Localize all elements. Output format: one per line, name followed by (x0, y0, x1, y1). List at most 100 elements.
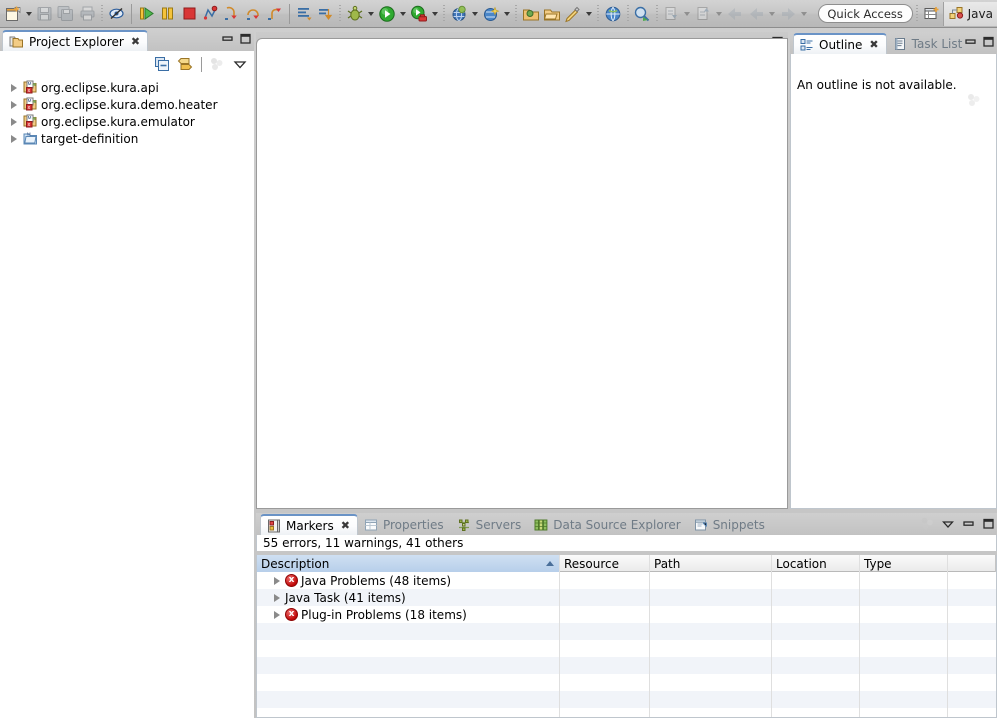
maximize-icon[interactable] (238, 31, 252, 45)
debug-dropdown-arrow[interactable] (366, 2, 377, 26)
web-browser-icon[interactable] (602, 2, 623, 26)
expand-arrow-icon[interactable] (8, 99, 19, 110)
previous-annotation-icon[interactable] (315, 2, 336, 26)
next-annotation-icon[interactable] (294, 2, 315, 26)
column-header-type[interactable]: Type (860, 555, 948, 572)
run-external-dropdown-arrow[interactable] (430, 2, 441, 26)
expand-arrow-icon[interactable] (8, 116, 19, 127)
tree-item-project[interactable]: M x org.eclipse.kura.demo.heater (0, 96, 254, 113)
sort-ascending-icon (546, 561, 554, 566)
table-row-empty[interactable] (257, 623, 996, 640)
tree-item-project[interactable]: M x org.eclipse.kura.api (0, 79, 254, 96)
column-header-description[interactable]: Description (257, 555, 560, 572)
link-with-editor-icon[interactable] (177, 56, 194, 72)
open-perspective-button[interactable] (921, 2, 943, 26)
tree-item-project[interactable]: M x org.eclipse.kura.emulator (0, 113, 254, 130)
tab-servers[interactable]: Servers (451, 514, 529, 535)
new-server-icon[interactable] (448, 2, 469, 26)
expand-arrow-icon[interactable] (271, 592, 282, 603)
close-icon[interactable]: ✖ (131, 35, 140, 48)
tab-snippets[interactable]: Snippets (688, 514, 772, 535)
editor-empty-canvas[interactable] (256, 38, 788, 509)
close-icon[interactable]: ✖ (869, 38, 878, 51)
new-wizard-icon[interactable] (2, 2, 23, 26)
expand-arrow-icon[interactable] (271, 575, 282, 586)
table-row-empty[interactable] (257, 691, 996, 708)
table-row[interactable]: Java Task (41 items) (257, 589, 996, 606)
table-row-empty[interactable] (257, 640, 996, 657)
svg-text:M: M (28, 81, 32, 86)
tree-item-label: target-definition (41, 131, 139, 146)
table-row-empty[interactable] (257, 674, 996, 691)
collapse-all-icon[interactable] (154, 56, 170, 72)
previous-edit-icon (693, 2, 714, 26)
project-explorer-view: Project Explorer ✖ M x org.eclipse.kura.… (0, 29, 254, 718)
tab-data-source-explorer[interactable]: Data Source Explorer (528, 514, 687, 535)
table-row[interactable]: x Plug-in Problems (18 items) (257, 606, 996, 623)
new-java-project-icon[interactable] (562, 2, 583, 26)
quick-access-input[interactable]: Quick Access (817, 4, 913, 23)
view-menu-icon[interactable] (232, 56, 248, 72)
cell-empty (948, 691, 996, 708)
expand-arrow-icon[interactable] (271, 609, 282, 620)
cell-path (650, 589, 772, 606)
table-row-empty[interactable] (257, 708, 996, 717)
open-package-icon[interactable] (520, 2, 541, 26)
close-icon[interactable]: ✖ (341, 519, 350, 532)
column-header-resource[interactable]: Resource (560, 555, 650, 572)
tree-item-project[interactable]: M target-definition (0, 130, 254, 147)
expand-arrow-icon[interactable] (8, 82, 19, 93)
minimize-icon[interactable] (961, 517, 975, 531)
table-row-empty[interactable] (257, 657, 996, 674)
perspective-java-button[interactable]: Java (942, 1, 997, 26)
new-java-project-dropdown-arrow[interactable] (584, 2, 595, 26)
toolbar-separator (288, 3, 290, 24)
minimize-icon[interactable] (220, 31, 234, 45)
cell-filler (948, 572, 996, 589)
debug-icon[interactable] (344, 2, 365, 26)
minimize-icon[interactable] (963, 34, 977, 48)
outline-empty-message: An outline is not available. (797, 78, 957, 92)
tab-properties[interactable]: Properties (358, 514, 451, 535)
step-return-icon[interactable] (264, 2, 285, 26)
column-header-path[interactable]: Path (650, 555, 772, 572)
project-tree[interactable]: M x org.eclipse.kura.api M x org.eclipse… (0, 77, 254, 147)
table-row[interactable]: x Java Problems (48 items) (257, 572, 996, 589)
cell-empty (257, 623, 560, 640)
new-server-dropdown-arrow[interactable] (469, 2, 480, 26)
column-header-location[interactable]: Location (772, 555, 860, 572)
open-folder-icon[interactable] (541, 2, 562, 26)
maximize-icon[interactable] (981, 517, 995, 531)
new-datasource-icon[interactable] (480, 2, 501, 26)
toolbar-separator (339, 4, 342, 23)
terminate-icon[interactable] (179, 2, 200, 26)
markers-tabbar: Markers ✖ Properties Servers Data Source… (256, 513, 997, 535)
expand-arrow-icon[interactable] (8, 133, 19, 144)
cell-empty (772, 657, 860, 674)
view-menu-icon[interactable] (941, 517, 955, 531)
tab-task-list[interactable]: Task List (887, 33, 970, 54)
suspend-icon[interactable] (157, 2, 178, 26)
tab-project-explorer[interactable]: Project Explorer ✖ (2, 30, 149, 51)
run-dropdown-arrow[interactable] (398, 2, 409, 26)
markers-table[interactable]: Description Resource Path Location Type (256, 555, 997, 718)
new-datasource-dropdown-arrow[interactable] (501, 2, 512, 26)
run-icon[interactable] (376, 2, 397, 26)
resume-icon[interactable] (136, 2, 157, 26)
toggle-mark-occurrences-icon[interactable] (106, 2, 127, 26)
cell-empty (860, 708, 948, 717)
run-external-tools-icon[interactable] (408, 2, 429, 26)
new-wizard-dropdown-arrow[interactable] (23, 2, 34, 26)
tab-markers[interactable]: Markers ✖ (260, 514, 358, 535)
step-over-icon[interactable] (242, 2, 263, 26)
project-explorer-view-tools (220, 31, 252, 45)
disconnect-icon[interactable] (200, 2, 221, 26)
tab-outline[interactable]: Outline ✖ (793, 33, 887, 54)
java-perspective-icon (949, 6, 964, 21)
back-history-icon (725, 2, 746, 26)
search-icon[interactable] (632, 2, 653, 26)
step-into-icon[interactable] (221, 2, 242, 26)
markers-icon (267, 519, 281, 533)
tab-label: Properties (382, 517, 444, 532)
maximize-icon[interactable] (981, 34, 995, 48)
